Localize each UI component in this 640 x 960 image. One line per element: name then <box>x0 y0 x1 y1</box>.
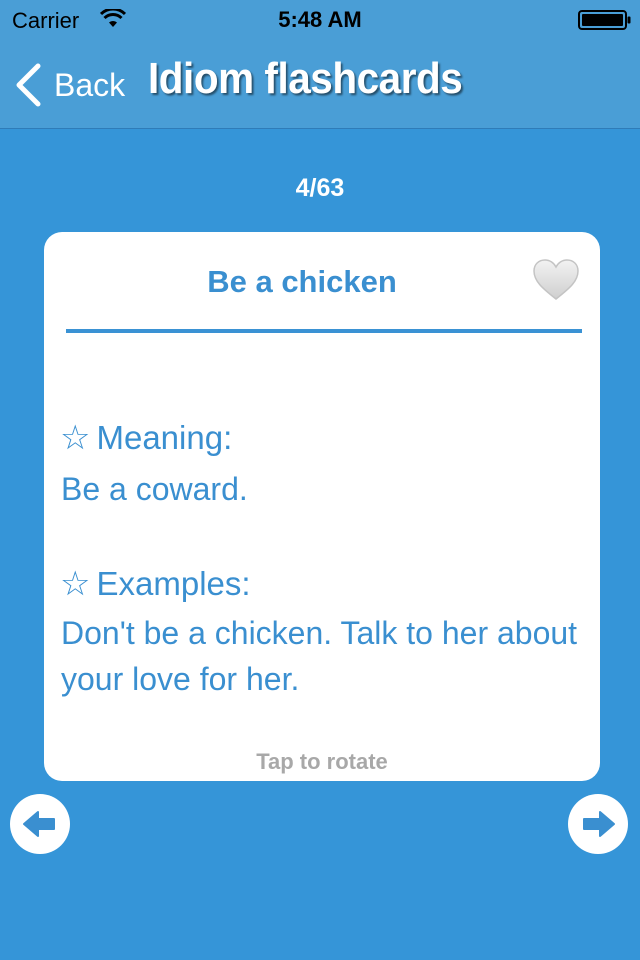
star-icon: ☆ <box>60 418 91 458</box>
page-title: Idiom flashcards <box>148 54 463 103</box>
next-card-button[interactable] <box>568 794 628 854</box>
previous-card-button[interactable] <box>10 794 70 854</box>
back-button[interactable]: Back <box>14 62 125 108</box>
examples-heading-label: Examples: <box>96 565 251 602</box>
card-title: Be a chicken <box>207 264 397 299</box>
star-icon: ☆ <box>60 564 91 604</box>
status-time: 5:48 AM <box>278 7 362 32</box>
meaning-heading-label: Meaning: <box>96 419 233 456</box>
heart-icon[interactable] <box>532 258 580 302</box>
arrow-left-icon <box>23 811 55 837</box>
chevron-left-icon <box>16 63 41 107</box>
meaning-text: Be a coward. <box>61 471 248 507</box>
tap-to-rotate-hint: Tap to rotate <box>256 749 388 774</box>
battery-full-icon <box>578 10 631 30</box>
arrow-right-icon <box>583 811 615 837</box>
meaning-heading: ☆ Meaning: <box>60 418 232 458</box>
card-divider <box>66 329 582 333</box>
examples-text: Don't be a chicken. Talk to her about yo… <box>61 615 578 697</box>
back-label: Back <box>54 66 126 103</box>
card-counter: 4/63 <box>295 174 345 202</box>
examples-heading: ☆ Examples: <box>60 564 251 604</box>
status-bar: Carrier 5:48 AM <box>0 0 640 40</box>
navigation-bar: Back Idiom flashcards <box>0 40 640 129</box>
